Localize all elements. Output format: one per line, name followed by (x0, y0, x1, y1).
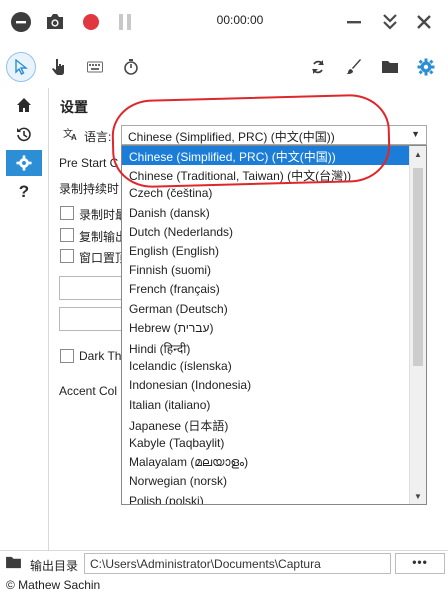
language-option[interactable]: Kabyle (Taqbaylit) (122, 434, 410, 453)
nav-settings[interactable] (6, 150, 42, 176)
refresh-button[interactable] (307, 56, 329, 78)
timer-mode-button[interactable] (120, 56, 142, 78)
checkbox-minimize-on-record-label: 录制时最 (79, 208, 121, 222)
svg-text:A: A (71, 133, 77, 141)
checkbox-copy-output-label: 复制输出 (79, 230, 121, 244)
checkbox-minimize-on-record[interactable] (60, 206, 74, 220)
bottom-divider (0, 550, 448, 551)
cursor-arrow-icon (15, 59, 28, 75)
question-mark-icon: ? (18, 182, 30, 201)
record-button[interactable] (80, 11, 102, 33)
language-option[interactable]: English (English) (122, 242, 410, 261)
checkbox-always-on-top[interactable] (60, 249, 74, 263)
language-option[interactable]: Dutch (Nederlands) (122, 223, 410, 242)
language-option[interactable]: Polish (polski) (122, 492, 410, 504)
setting-input-2[interactable] (59, 307, 125, 331)
hand-pointer-icon (52, 59, 64, 75)
double-chevron-down-icon (383, 14, 397, 30)
record-icon (83, 14, 99, 30)
language-option[interactable]: Malayalam (മലയാളം) (122, 453, 410, 472)
nav-divider (48, 88, 49, 550)
settings-toolbar-button[interactable] (415, 56, 437, 78)
draw-button[interactable] (343, 56, 365, 78)
open-folder-button[interactable] (379, 56, 401, 78)
output-path-field[interactable]: C:\Users\Administrator\Documents\Captura (84, 553, 391, 574)
nav-help[interactable]: ? (6, 179, 42, 205)
gear-icon (417, 58, 435, 76)
minimize-icon (347, 21, 361, 24)
checkbox-always-on-top-label: 窗口置顶 (79, 251, 121, 265)
chevron-down-icon: ▼ (411, 129, 420, 139)
translate-icon: 文A (63, 127, 79, 144)
cursor-mode-button[interactable] (6, 52, 36, 82)
recording-timer: 00:00:00 (216, 13, 264, 27)
language-option[interactable]: Finnish (suomi) (122, 261, 410, 280)
copyright-footer: © Mathew Sachin (6, 578, 101, 592)
close-button[interactable] (414, 12, 434, 32)
settings-gear-icon (16, 155, 32, 171)
close-icon (417, 15, 431, 29)
language-option[interactable]: Icelandic (íslenska) (122, 357, 410, 376)
minimize-button[interactable] (344, 12, 364, 32)
language-label: 语言: (84, 130, 112, 144)
click-mode-button[interactable] (48, 56, 70, 78)
collapse-button[interactable] (380, 11, 400, 33)
page-title: 设置 (60, 99, 88, 115)
record-duration-label: 录制持续时 (59, 182, 120, 196)
nav-history[interactable] (6, 121, 42, 147)
checkbox-dark-theme[interactable] (60, 349, 74, 363)
language-option[interactable]: Indonesian (Indonesia) (122, 376, 410, 395)
brush-icon (347, 59, 361, 74)
stopwatch-icon (124, 59, 138, 75)
scroll-down-icon[interactable]: ▼ (410, 488, 426, 504)
history-icon (17, 127, 31, 142)
language-option[interactable]: Norwegian (norsk) (122, 472, 410, 491)
red-annotation-circle (110, 93, 392, 189)
language-option[interactable]: German (Deutsch) (122, 300, 410, 319)
language-dropdown-list[interactable]: Chinese (Simplified, PRC) (中文(中国)) Chines… (121, 145, 427, 505)
checkbox-copy-output[interactable] (60, 228, 74, 242)
minimize-circle-button[interactable] (10, 11, 32, 33)
home-icon (17, 98, 31, 112)
folder-icon (382, 61, 398, 73)
scrollbar-thumb[interactable] (413, 168, 423, 366)
language-option[interactable]: Hebrew (עברית) (122, 319, 410, 338)
language-option[interactable]: Danish (dansk) (122, 204, 410, 223)
language-option[interactable]: Japanese (日本語) (122, 415, 410, 434)
dark-theme-label: Dark Th (79, 349, 121, 363)
keystrokes-mode-button[interactable] (84, 56, 106, 78)
language-option[interactable]: French (français) (122, 280, 410, 299)
language-option[interactable]: Hindi (हिन्दी) (122, 338, 410, 357)
language-option[interactable]: Italian (italiano) (122, 396, 410, 415)
setting-input-1[interactable] (59, 276, 125, 300)
screenshot-camera-button[interactable] (44, 11, 66, 33)
pre-start-countdown-label: Pre Start C (59, 156, 119, 170)
output-folder-icon (5, 556, 22, 572)
scroll-up-icon[interactable]: ▲ (410, 146, 426, 162)
pause-icon (119, 14, 131, 30)
pause-button[interactable] (114, 11, 136, 33)
camera-icon (47, 14, 63, 29)
dropdown-scrollbar[interactable]: ▲ ▼ (409, 146, 426, 504)
nav-home[interactable] (6, 92, 42, 118)
accent-color-label: Accent Col (59, 384, 118, 398)
browse-button[interactable]: ••• (395, 553, 445, 574)
output-folder-label: 输出目录 (30, 559, 79, 573)
refresh-icon (312, 60, 324, 74)
keyboard-icon (87, 61, 103, 73)
